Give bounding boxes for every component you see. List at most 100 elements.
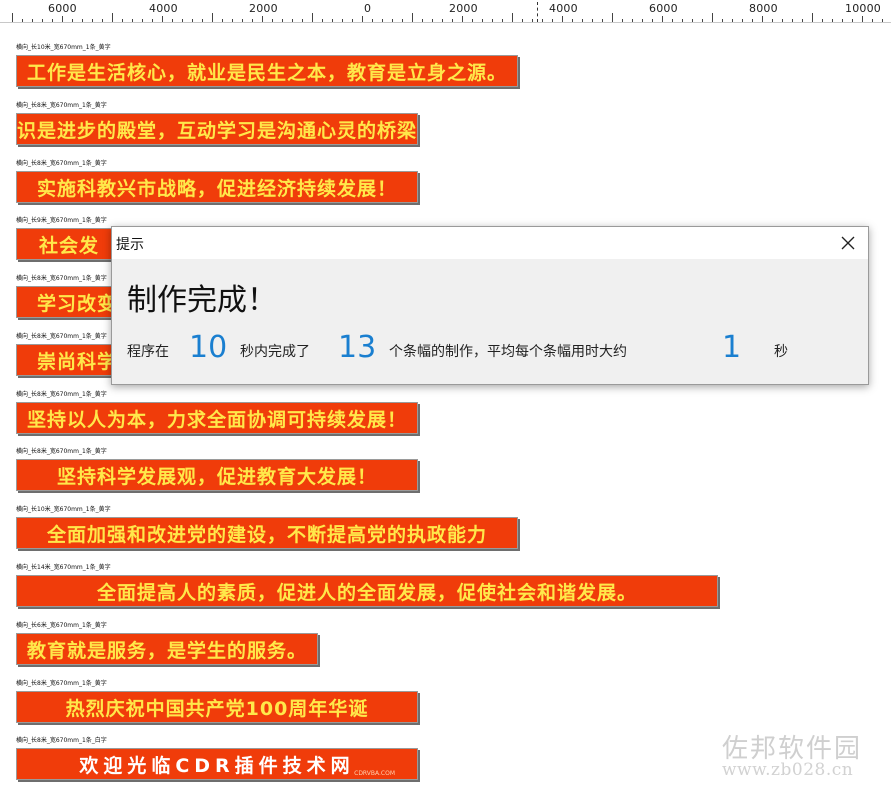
banner[interactable]: 坚持科学发展观，促进教育大发展！ — [16, 459, 418, 491]
banner-label: 横向_长8米_宽670mm_1条_黄字 — [16, 333, 107, 340]
ruler-tick — [382, 19, 383, 22]
banner[interactable]: 教育就是服务，是学生的服务。 — [16, 633, 318, 665]
ruler-tick — [742, 19, 743, 22]
ruler-tick — [302, 19, 303, 22]
banner-text: 教育就是服务，是学生的服务。 — [26, 639, 307, 662]
message-mid: 秒内完成了 — [240, 344, 310, 360]
ruler-tick — [212, 13, 213, 22]
ruler-tick — [442, 19, 443, 22]
ruler-tick — [562, 16, 563, 22]
ruler-tick — [202, 19, 203, 22]
ruler-tick — [262, 16, 263, 22]
banner[interactable]: 实施科教兴市战略，促进经济持续发展！ — [16, 171, 418, 203]
banner[interactable]: 工作是生活核心，就业是民生之本，教育是立身之源。 — [16, 55, 518, 87]
ruler-tick — [812, 13, 813, 22]
ruler-tick — [12, 13, 13, 22]
close-button[interactable] — [838, 233, 858, 253]
ruler-tick — [402, 19, 403, 22]
ruler-tick — [192, 19, 193, 22]
ruler-tick — [652, 19, 653, 22]
dialog-title: 提示 — [116, 237, 144, 253]
ruler-tick — [132, 19, 133, 22]
ruler-tick — [452, 19, 453, 22]
average-seconds-value: 1 — [722, 330, 742, 365]
banner-text: 全面加强和改进党的建设，不断提高党的执政能力 — [46, 523, 487, 546]
ruler-tick — [682, 19, 683, 22]
banner-label: 横向_长8米_宽670mm_1条_黄字 — [16, 102, 107, 109]
ruler-tick — [312, 13, 313, 22]
banner-label: 横向_长8米_宽670mm_1条_黄字 — [16, 275, 107, 282]
ruler-label: 6000 — [48, 2, 77, 15]
banner-label: 横向_长8米_宽670mm_1条_黄字 — [16, 448, 107, 455]
ruler-tick — [492, 19, 493, 22]
ruler-tick — [122, 19, 123, 22]
ruler-tick — [272, 19, 273, 22]
total-seconds-value: 10 — [189, 330, 228, 365]
ruler-tick — [182, 19, 183, 22]
banner-label: 横向_长14米_宽670mm_1条_黄字 — [16, 564, 111, 571]
banner-label: 横向_长9米_宽670mm_1条_黄字 — [16, 217, 107, 224]
banner-text: 欢迎光临CDR插件技术网 — [79, 754, 355, 777]
watermark-url: www.zb028.cn — [722, 760, 854, 780]
message-prefix: 程序在 — [127, 344, 169, 360]
ruler-tick — [112, 13, 113, 22]
banner-label: 横向_长8米_宽670mm_1条_黄字 — [16, 391, 107, 398]
banner-text: 实施科教兴市战略，促进经济持续发展！ — [36, 177, 397, 200]
close-icon — [841, 236, 855, 250]
ruler-tick — [342, 19, 343, 22]
ruler-tick — [222, 19, 223, 22]
banner-label: 横向_长6米_宽670mm_1条_黄字 — [16, 622, 107, 629]
ruler-tick — [692, 19, 693, 22]
ruler-tick — [352, 19, 353, 22]
banner[interactable]: 坚持以人为本，力求全面协调可持续发展！ — [16, 402, 418, 434]
banner-text: 社会发 — [39, 234, 100, 257]
ruler-label: 8000 — [749, 2, 778, 15]
ruler-tick — [802, 19, 803, 22]
ruler-tick — [152, 19, 153, 22]
message-suffix: 秒 — [774, 344, 788, 360]
ruler-tick — [832, 19, 833, 22]
ruler-tick — [792, 19, 793, 22]
ruler-tick — [462, 16, 463, 22]
banner[interactable]: 热烈庆祝中国共产党100周年华诞 — [16, 691, 418, 723]
ruler-tick — [662, 16, 663, 22]
ruler-tick — [282, 19, 283, 22]
banner-label: 横向_长8米_宽670mm_1条_黄字 — [16, 680, 107, 687]
banner-label: 横向_长10米_宽670mm_1条_黄字 — [16, 506, 111, 513]
banner-text: 全面提高人的素质，促进人的全面发展，促使社会和谐发展。 — [96, 581, 637, 604]
ruler-tick — [362, 16, 363, 22]
ruler-tick — [372, 19, 373, 22]
dialog-titlebar[interactable]: 提示 — [112, 227, 868, 259]
ruler-tick — [412, 13, 413, 22]
ruler-tick — [882, 19, 883, 22]
banner[interactable]: 全面提高人的素质，促进人的全面发展，促使社会和谐发展。 — [16, 575, 718, 607]
banner-text: 坚持科学发展观，促进教育大发展！ — [56, 465, 377, 488]
banner[interactable]: 欢迎光临CDR插件技术网 CDRVBA.COM — [16, 748, 418, 780]
ruler-tick — [82, 19, 83, 22]
ruler-tick — [102, 19, 103, 22]
ruler-tick — [482, 19, 483, 22]
ruler-tick — [542, 19, 543, 22]
ruler-tick — [432, 19, 433, 22]
dialog-heading: 制作完成！ — [127, 283, 277, 318]
banner-label: 横向_长8米_宽670mm_1条_黄字 — [16, 160, 107, 167]
ruler-tick — [822, 19, 823, 22]
ruler-tick — [522, 19, 523, 22]
ruler-tick — [732, 19, 733, 22]
ruler-tick — [472, 19, 473, 22]
banner[interactable]: 全面加强和改进党的建设，不断提高党的执政能力 — [16, 517, 518, 549]
banner[interactable]: 知识是进步的殿堂，互动学习是沟通心灵的桥梁。 — [16, 113, 418, 145]
ruler-tick — [512, 13, 513, 22]
banner-text: 坚持以人为本，力求全面协调可持续发展！ — [26, 408, 407, 431]
ruler-tick — [782, 19, 783, 22]
ruler-tick — [722, 19, 723, 22]
ruler-tick — [32, 19, 33, 22]
ruler-tick — [62, 16, 63, 22]
horizontal-ruler[interactable]: 6000 4000 2000 0 2000 4000 6000 8000 100… — [0, 0, 891, 23]
ruler-tick — [142, 19, 143, 22]
ruler-cursor-marker — [537, 2, 538, 22]
banner-count-value: 13 — [338, 330, 377, 365]
ruler-tick — [602, 19, 603, 22]
ruler-label: 6000 — [649, 2, 678, 15]
ruler-tick — [582, 19, 583, 22]
